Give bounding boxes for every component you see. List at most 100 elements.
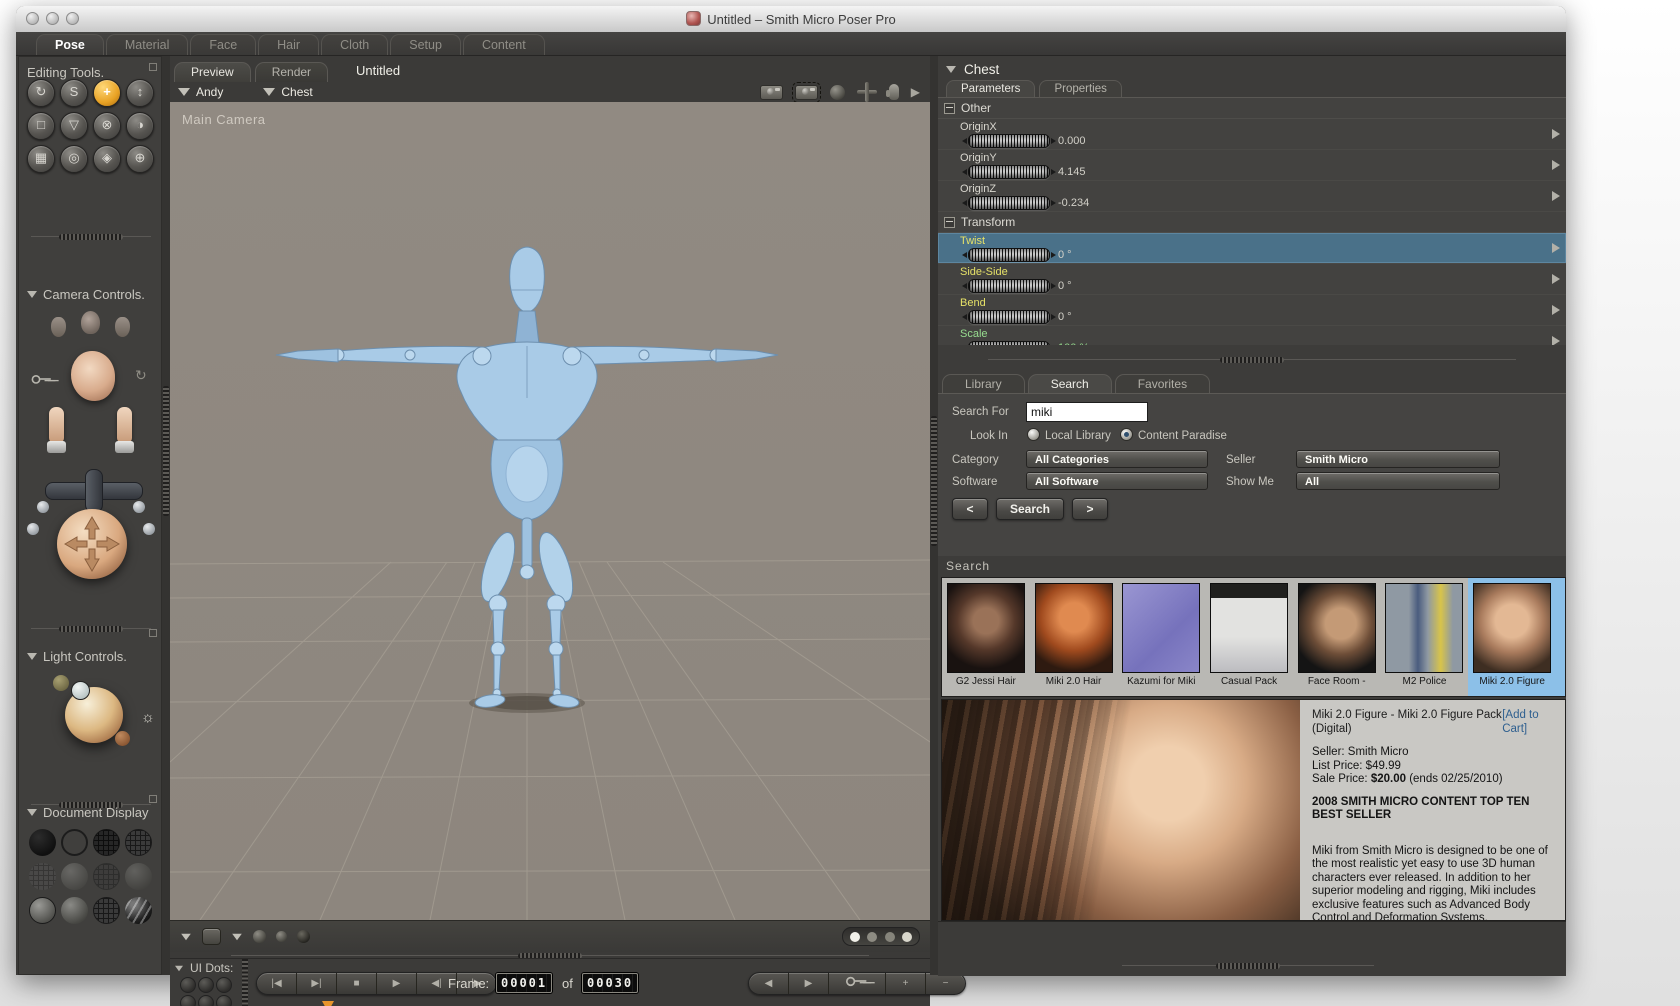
library-divider-grip[interactable]: [938, 356, 1566, 364]
first-frame-button[interactable]: |◀: [257, 973, 297, 994]
library-resize-grip[interactable]: [1098, 962, 1398, 970]
rotate-tool-button[interactable]: ↻: [27, 79, 55, 107]
grouping-tool-button[interactable]: ▦: [27, 145, 55, 173]
translate-pull-tool-button[interactable]: +: [93, 79, 121, 107]
display-cartoon-line-button[interactable]: [125, 897, 152, 924]
display-cartoon-button[interactable]: [125, 863, 152, 890]
camera-palm-right[interactable]: [117, 407, 132, 443]
translate-in-out-tool-button[interactable]: ↕: [126, 79, 154, 107]
search-button[interactable]: Search: [996, 498, 1064, 520]
display-smooth-shaded-button[interactable]: [29, 897, 56, 924]
tab-pose[interactable]: Pose: [36, 34, 104, 55]
result-partial-next[interactable]: [1556, 578, 1565, 696]
palette-divider-grip[interactable]: [19, 233, 163, 241]
light-flare-icon[interactable]: ☼: [141, 709, 155, 726]
camera-move-cross[interactable]: [45, 469, 143, 513]
show-me-dropdown[interactable]: All: [1296, 472, 1500, 490]
result-miki-20-hair[interactable]: Miki 2.0 Hair: [1030, 578, 1118, 696]
param-options-arrow-icon[interactable]: [1552, 274, 1560, 284]
vertical-grip[interactable]: [163, 386, 169, 516]
light-dot-white[interactable]: [71, 681, 90, 700]
display-outline-button[interactable]: [61, 829, 88, 856]
current-frame-counter[interactable]: 00001: [496, 973, 553, 993]
camera-palm-left[interactable]: [49, 407, 64, 443]
main-viewport[interactable]: Main Camera: [170, 102, 930, 920]
depth-cue-menu-triangle-icon[interactable]: [181, 933, 191, 940]
view-magnifier-tool-button[interactable]: ◎: [60, 145, 88, 173]
side-side-dial[interactable]: [962, 279, 1056, 293]
content-paradise-radio[interactable]: [1120, 428, 1133, 441]
camera-hand-right-icon[interactable]: [115, 317, 130, 337]
delete-keyframe-button[interactable]: −: [926, 973, 965, 994]
display-mode-pill[interactable]: [842, 927, 920, 946]
ui-dot-6[interactable]: [216, 995, 232, 1006]
software-dropdown[interactable]: All Software: [1026, 472, 1208, 490]
camera-head-icon[interactable]: [81, 311, 100, 334]
bend-dial[interactable]: [962, 310, 1056, 324]
display-hidden-line-button[interactable]: [125, 829, 152, 856]
actor-menu-triangle-icon[interactable]: [263, 88, 276, 96]
tab-setup[interactable]: Setup: [390, 34, 461, 55]
next-key-button[interactable]: ▶: [789, 973, 829, 994]
add-to-cart-link[interactable]: [Add to Cart]: [1502, 709, 1555, 736]
category-dropdown[interactable]: All Categories: [1026, 450, 1208, 468]
timeline-marker[interactable]: [322, 1001, 334, 1006]
previous-page-button[interactable]: <: [952, 498, 988, 520]
palette-divider-grip-2[interactable]: [19, 625, 163, 633]
display-texture-shaded-button[interactable]: [93, 897, 120, 924]
camera-hand-left-icon[interactable]: [51, 317, 66, 337]
move-cross-icon[interactable]: [856, 82, 877, 102]
camera-dolly-ball-1[interactable]: [37, 501, 49, 513]
display-wireframe-button[interactable]: [93, 829, 120, 856]
figure-menu-triangle-icon[interactable]: [178, 88, 190, 96]
local-library-radio[interactable]: [1027, 428, 1040, 441]
camera-face-trackball[interactable]: [71, 351, 115, 401]
originx-dial[interactable]: [962, 134, 1056, 148]
mode-dot-3[interactable]: [884, 931, 895, 942]
param-options-arrow-icon[interactable]: [1552, 243, 1560, 253]
collapse-minus-icon[interactable]: [944, 216, 955, 228]
editing-tools-collapse-button[interactable]: [149, 63, 157, 71]
result-kazumi-for-miki[interactable]: Kazumi for Miki: [1117, 578, 1205, 696]
color-tool-button[interactable]: ◑: [126, 112, 154, 140]
vertical-grip[interactable]: [931, 416, 937, 546]
mode-dot-1[interactable]: [850, 931, 861, 942]
trackball-small-icon[interactable]: [829, 84, 845, 100]
camera-view-flyaround-icon[interactable]: [791, 81, 821, 103]
display-flat-lined-button[interactable]: [93, 863, 120, 890]
param-options-arrow-icon[interactable]: [1552, 191, 1560, 201]
result-g2-jessi-hair[interactable]: G2 Jessi Hair: [942, 578, 1030, 696]
collapse-triangle-icon[interactable]: [27, 291, 37, 298]
tab-parameters[interactable]: Parameters: [946, 80, 1036, 98]
camera-view-icon[interactable]: [759, 84, 783, 100]
stop-button[interactable]: ■: [337, 973, 377, 994]
actor-menu[interactable]: Chest: [281, 85, 312, 99]
actor-menu-triangle-icon[interactable]: [946, 66, 956, 73]
twist-dial[interactable]: [962, 248, 1056, 262]
ui-dot-2[interactable]: [198, 977, 214, 993]
taper-tool-button[interactable]: ▽: [60, 112, 88, 140]
ui-dot-1[interactable]: [180, 977, 196, 993]
param-options-arrow-icon[interactable]: [1552, 336, 1560, 345]
selected-actor-name[interactable]: Chest: [964, 62, 999, 77]
group-other[interactable]: Other: [938, 98, 1566, 119]
display-silhouette-button[interactable]: [29, 829, 56, 856]
tab-search[interactable]: Search: [1027, 374, 1112, 394]
light-controls-collapse-button[interactable]: [149, 629, 157, 637]
tab-library[interactable]: Library: [942, 374, 1025, 394]
ui-dot-5[interactable]: [198, 995, 214, 1006]
camera-rotate-icon[interactable]: ↻: [135, 367, 147, 384]
result-face-room[interactable]: Face Room -: [1293, 578, 1381, 696]
param-options-arrow-icon[interactable]: [1552, 160, 1560, 170]
hand-icon[interactable]: [885, 84, 899, 100]
morphing-tool-button[interactable]: ◈: [93, 145, 121, 173]
chain-break-tool-button[interactable]: ⊗: [93, 112, 121, 140]
figure-menu[interactable]: Andy: [196, 85, 223, 99]
tab-properties[interactable]: Properties: [1039, 80, 1122, 98]
result-miki-20-figure[interactable]: Miki 2.0 Figure: [1468, 578, 1557, 696]
scale-dial[interactable]: [968, 341, 1050, 345]
play-button[interactable]: ▶: [377, 973, 417, 994]
scale-tool-button[interactable]: □: [27, 112, 55, 140]
collapse-triangle-icon[interactable]: [175, 965, 183, 971]
param-options-arrow-icon[interactable]: [1552, 305, 1560, 315]
